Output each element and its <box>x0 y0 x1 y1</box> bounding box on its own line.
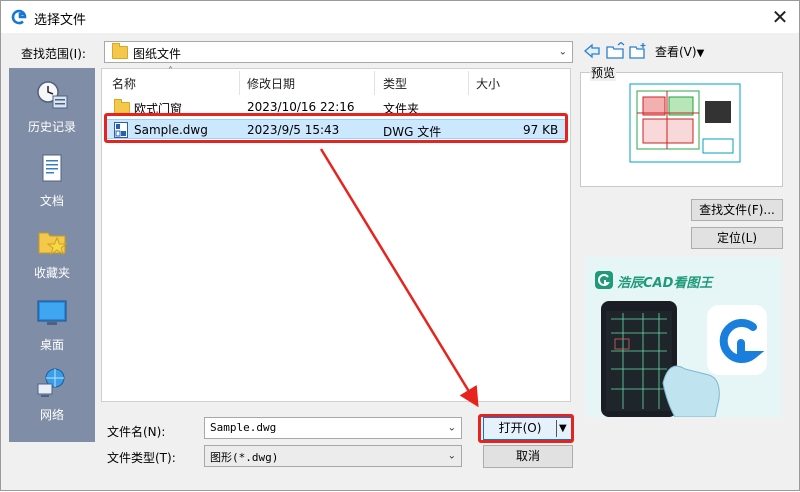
filetype-select[interactable]: 图形(*.dwg) ⌄ <box>204 445 462 467</box>
new-folder-icon[interactable] <box>628 42 648 60</box>
view-menu-label: 查看(V) <box>655 45 697 59</box>
highlight-box-file <box>104 113 568 143</box>
preview-label: 预览 <box>590 64 617 81</box>
sidebar-item-network[interactable]: 网络 <box>9 366 95 423</box>
locate-button[interactable]: 定位(L) <box>691 227 783 249</box>
column-header-date[interactable]: 修改日期 <box>247 75 295 92</box>
sidebar-item-history[interactable]: 历史记录 <box>9 78 95 135</box>
cancel-button[interactable]: 取消 <box>483 445 573 468</box>
history-icon <box>37 81 68 109</box>
ad-brand-text: 浩辰CAD看图王 <box>617 276 713 291</box>
ad-phone-illustration <box>601 301 767 417</box>
lookin-combobox[interactable]: 图纸文件 ⌄ <box>104 41 573 63</box>
sidebar-item-documents[interactable]: 文档 <box>9 152 95 209</box>
ad-banner[interactable]: 浩辰CAD看图王 <box>585 257 782 417</box>
filetype-value: 图形(*.dwg) <box>210 451 279 464</box>
up-folder-icon[interactable] <box>605 42 625 60</box>
sidebar-item-label: 桌面 <box>39 338 64 352</box>
find-file-button[interactable]: 查找文件(F)... <box>691 199 783 221</box>
title-bar: 选择文件 ✕ <box>1 1 799 33</box>
dropdown-arrow-icon: ▼ <box>696 48 705 59</box>
file-date: 2023/10/16 22:16 <box>247 100 355 114</box>
column-divider[interactable] <box>374 71 375 95</box>
column-divider[interactable] <box>239 71 240 95</box>
favorites-icon <box>38 232 68 256</box>
lookin-label: 查找范围(I): <box>21 47 86 61</box>
filename-input[interactable]: Sample.dwg ⌄ <box>204 417 462 439</box>
filename-value: Sample.dwg <box>210 421 277 434</box>
lookin-value: 图纸文件 <box>133 47 182 61</box>
sidebar-item-label: 网络 <box>39 408 64 422</box>
filetype-label: 文件类型(T): <box>107 451 176 465</box>
sidebar-item-label: 历史记录 <box>27 120 76 134</box>
sort-ascending-icon: ˄ <box>168 66 173 77</box>
desktop-icon <box>37 300 67 325</box>
sidebar-item-label: 收藏夹 <box>33 266 70 280</box>
chevron-down-icon[interactable]: ⌄ <box>559 47 567 58</box>
document-icon <box>42 154 62 182</box>
chevron-down-icon[interactable]: ⌄ <box>448 423 456 434</box>
preview-frame <box>580 72 783 187</box>
sidebar-item-favorites[interactable]: 收藏夹 <box>9 224 95 281</box>
folder-icon <box>112 43 128 59</box>
close-button[interactable]: ✕ <box>767 4 793 30</box>
highlight-box-open <box>478 414 574 443</box>
brand-logo-icon <box>595 271 613 289</box>
network-icon <box>37 368 65 397</box>
app-logo-icon <box>11 9 27 25</box>
view-menu-button[interactable]: 查看(V)▼ <box>655 43 704 60</box>
column-header-type[interactable]: 类型 <box>383 75 407 92</box>
chevron-down-icon[interactable]: ⌄ <box>448 451 456 462</box>
column-header-size[interactable]: 大小 <box>476 75 500 92</box>
back-arrow-icon[interactable] <box>582 42 602 60</box>
sidebar-item-desktop[interactable]: 桌面 <box>9 296 95 353</box>
sidebar-item-label: 文档 <box>39 194 64 208</box>
filename-label: 文件名(N): <box>107 425 166 439</box>
column-divider[interactable] <box>468 71 469 95</box>
file-open-dialog: 选择文件 ✕ 查找范围(I): 图纸文件 ⌄ 查看(V)▼ 历史记录 文档 收藏… <box>0 0 800 491</box>
window-title: 选择文件 <box>34 13 87 28</box>
places-sidebar: 历史记录 文档 收藏夹 桌面 网络 <box>9 68 95 442</box>
column-header-name[interactable]: 名称 <box>112 75 136 92</box>
drawing-thumbnail <box>629 83 741 163</box>
